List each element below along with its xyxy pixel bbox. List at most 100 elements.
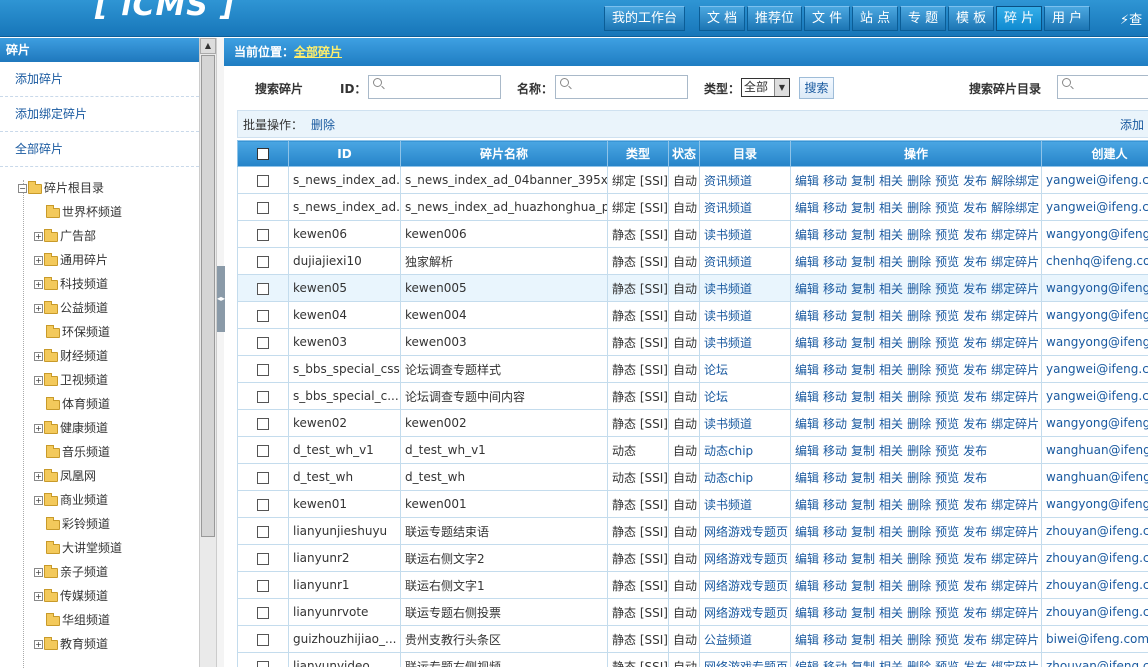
add-fragment-link[interactable]: 添加 [1120,111,1144,139]
row-action-link[interactable]: 移动 [823,309,847,323]
row-action-link[interactable]: 发布 [963,660,987,668]
row-action-link[interactable]: 编辑 [795,363,819,377]
row-action-link[interactable]: 编辑 [795,552,819,566]
table-row[interactable]: kewen04kewen004静态 [SSI]自动读书频道编辑移动复制相关删除预… [238,302,1148,329]
tree-item[interactable]: 环保频道 [46,322,110,342]
row-action-link[interactable]: 发布 [963,255,987,269]
row-action-link[interactable]: 编辑 [795,282,819,296]
row-action-link[interactable]: 移动 [823,390,847,404]
scrollbar-thumb[interactable] [201,55,215,537]
col-header-creator[interactable]: 创建人 [1042,141,1148,167]
row-action-link[interactable]: 相关 [879,633,903,647]
row-checkbox[interactable] [257,580,269,592]
cell-creator[interactable]: zhouyan@ifeng.com [1042,518,1148,545]
row-action-link[interactable]: 相关 [879,471,903,485]
expand-icon[interactable]: + [34,376,43,385]
row-action-link[interactable]: 绑定碎片 [991,363,1039,377]
row-action-link[interactable]: 移动 [823,498,847,512]
row-action-link[interactable]: 绑定碎片 [991,255,1039,269]
nav-tab-documents[interactable]: 文 档 [699,6,745,31]
nav-tab-fragments[interactable]: 碎 片 [996,6,1042,31]
table-row[interactable]: kewen02kewen002静态 [SSI]自动读书频道编辑移动复制相关删除预… [238,410,1148,437]
row-action-link[interactable]: 相关 [879,174,903,188]
row-action-link[interactable]: 相关 [879,228,903,242]
row-action-link[interactable]: 删除 [907,228,931,242]
row-action-link[interactable]: 发布 [963,390,987,404]
row-action-link[interactable]: 复制 [851,417,875,431]
row-action-link[interactable]: 发布 [963,525,987,539]
cell-creator[interactable]: wangyong@ifeng.com [1042,302,1148,329]
row-action-link[interactable]: 编辑 [795,498,819,512]
table-row[interactable]: kewen05kewen005静态 [SSI]自动读书频道编辑移动复制相关删除预… [238,275,1148,302]
row-action-link[interactable]: 编辑 [795,255,819,269]
row-action-link[interactable]: 绑定碎片 [991,228,1039,242]
tree-item[interactable]: +健康频道 [34,418,108,438]
row-action-link[interactable]: 删除 [907,633,931,647]
cell-directory[interactable]: 动态chip [700,437,791,464]
row-action-link[interactable]: 移动 [823,174,847,188]
expand-icon[interactable]: + [34,232,43,241]
quick-search-icon[interactable]: ⚡查 [1120,9,1142,28]
cell-directory[interactable]: 读书频道 [700,491,791,518]
nav-tab-sites[interactable]: 站 点 [852,6,898,31]
cell-creator[interactable]: yangwei@ifeng.com [1042,167,1148,194]
row-action-link[interactable]: 相关 [879,660,903,668]
row-action-link[interactable]: 删除 [907,525,931,539]
tree-item[interactable]: +广告部 [34,226,96,246]
row-action-link[interactable]: 预览 [935,444,959,458]
row-action-link[interactable]: 移动 [823,660,847,668]
row-action-link[interactable]: 编辑 [795,579,819,593]
row-action-link[interactable]: 发布 [963,417,987,431]
row-action-link[interactable]: 绑定碎片 [991,390,1039,404]
table-row[interactable]: s_news_index_ad...s_news_index_ad_huazho… [238,194,1148,221]
row-action-link[interactable]: 发布 [963,552,987,566]
table-row[interactable]: s_bbs_special_css论坛调查专题样式静态 [SSI]自动论坛编辑移… [238,356,1148,383]
row-action-link[interactable]: 编辑 [795,633,819,647]
cell-directory[interactable]: 网络游戏专题页 [700,572,791,599]
workbench-button[interactable]: 我的工作台 [604,6,685,31]
row-action-link[interactable]: 编辑 [795,417,819,431]
row-action-link[interactable]: 相关 [879,390,903,404]
row-action-link[interactable]: 移动 [823,336,847,350]
tree-item[interactable]: +商业频道 [34,490,108,510]
row-action-link[interactable]: 预览 [935,336,959,350]
row-action-link[interactable]: 复制 [851,444,875,458]
collapse-icon[interactable]: − [18,184,27,193]
row-action-link[interactable]: 绑定碎片 [991,498,1039,512]
row-checkbox[interactable] [257,202,269,214]
nav-tab-recommend[interactable]: 推荐位 [747,6,802,31]
row-action-link[interactable]: 删除 [907,579,931,593]
row-action-link[interactable]: 删除 [907,390,931,404]
row-action-link[interactable]: 发布 [963,309,987,323]
tree-item[interactable]: +公益频道 [34,298,108,318]
dropdown-arrow-icon[interactable]: ▼ [774,79,789,96]
row-action-link[interactable]: 预览 [935,498,959,512]
table-row[interactable]: lianyunr2联运右侧文字2静态 [SSI]自动网络游戏专题页编辑移动复制相… [238,545,1148,572]
tree-item[interactable]: 音乐频道 [46,442,110,462]
row-action-link[interactable]: 编辑 [795,201,819,215]
table-row[interactable]: d_test_whd_test_wh动态 [SSI]自动动态chip编辑移动复制… [238,464,1148,491]
cell-creator[interactable]: yangwei@ifeng.com [1042,383,1148,410]
row-action-link[interactable]: 移动 [823,255,847,269]
row-action-link[interactable]: 编辑 [795,228,819,242]
row-action-link[interactable]: 复制 [851,363,875,377]
row-action-link[interactable]: 绑定碎片 [991,606,1039,620]
row-action-link[interactable]: 移动 [823,201,847,215]
tree-root[interactable]: −碎片根目录 [18,178,104,198]
row-action-link[interactable]: 编辑 [795,525,819,539]
tree-item[interactable]: +传媒频道 [34,586,108,606]
row-action-link[interactable]: 发布 [963,228,987,242]
row-action-link[interactable]: 绑定碎片 [991,309,1039,323]
row-checkbox[interactable] [257,337,269,349]
row-action-link[interactable]: 编辑 [795,660,819,668]
row-action-link[interactable]: 相关 [879,444,903,458]
tree-item[interactable]: +财经频道 [34,346,108,366]
col-header-status[interactable]: 状态 [669,141,700,167]
cell-directory[interactable]: 动态chip [700,464,791,491]
row-checkbox[interactable] [257,256,269,268]
cell-directory[interactable]: 读书频道 [700,275,791,302]
row-action-link[interactable]: 删除 [907,552,931,566]
sidebar-scrollbar[interactable]: ▲ [199,38,216,667]
cell-creator[interactable]: wanghuan@ifeng.com [1042,464,1148,491]
row-action-link[interactable]: 编辑 [795,390,819,404]
